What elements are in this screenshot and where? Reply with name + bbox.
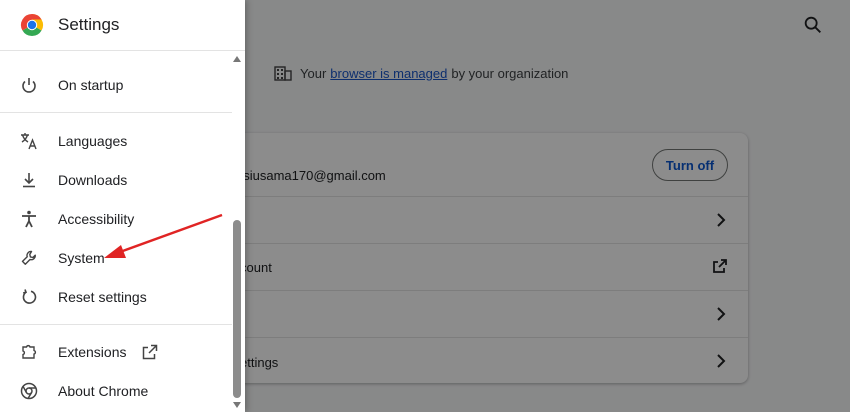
sidebar-item-label: Extensions [58,344,127,360]
sidebar-item-label: On startup [58,77,124,93]
sidebar-item-accessibility[interactable]: Accessibility [0,201,232,237]
restore-icon [22,289,37,304]
sidebar-item-downloads[interactable]: Downloads [0,162,232,198]
scroll-up-arrow-icon[interactable] [233,56,241,62]
sidebar-item-label: Accessibility [58,211,135,227]
puzzle-icon [22,344,37,359]
sidebar-item-reset-settings[interactable]: Reset settings [0,279,232,315]
sidebar-item-label: About Chrome [58,383,149,399]
translate-icon [21,133,37,150]
drawer-title: Settings [58,15,120,34]
sidebar-item-label: Languages [58,133,128,149]
drawer-header: Settings [0,0,245,51]
external-link-icon [142,344,158,360]
chrome-icon [20,382,38,400]
sidebar-item-label: System [58,250,105,266]
scroll-down-arrow-icon[interactable] [233,402,241,408]
sidebar-item-on-startup[interactable]: On startup [0,67,232,103]
divider [0,324,232,325]
settings-side-drawer: Settings On startup Languages Downloads [0,0,245,412]
download-icon [23,173,35,188]
chrome-logo-icon [20,13,44,37]
divider [0,112,232,113]
sidebar-item-system[interactable]: System [0,240,232,276]
sidebar-item-extensions[interactable]: Extensions [0,334,232,370]
power-icon [22,78,36,93]
wrench-icon [21,250,36,265]
sidebar-item-about-chrome[interactable]: About Chrome [0,373,232,409]
sidebar-item-languages[interactable]: Languages [0,123,232,159]
scrollbar-thumb[interactable] [233,220,241,398]
sidebar-item-label: Downloads [58,172,128,188]
sidebar-item-label: Reset settings [58,289,147,305]
accessibility-icon [22,210,36,228]
